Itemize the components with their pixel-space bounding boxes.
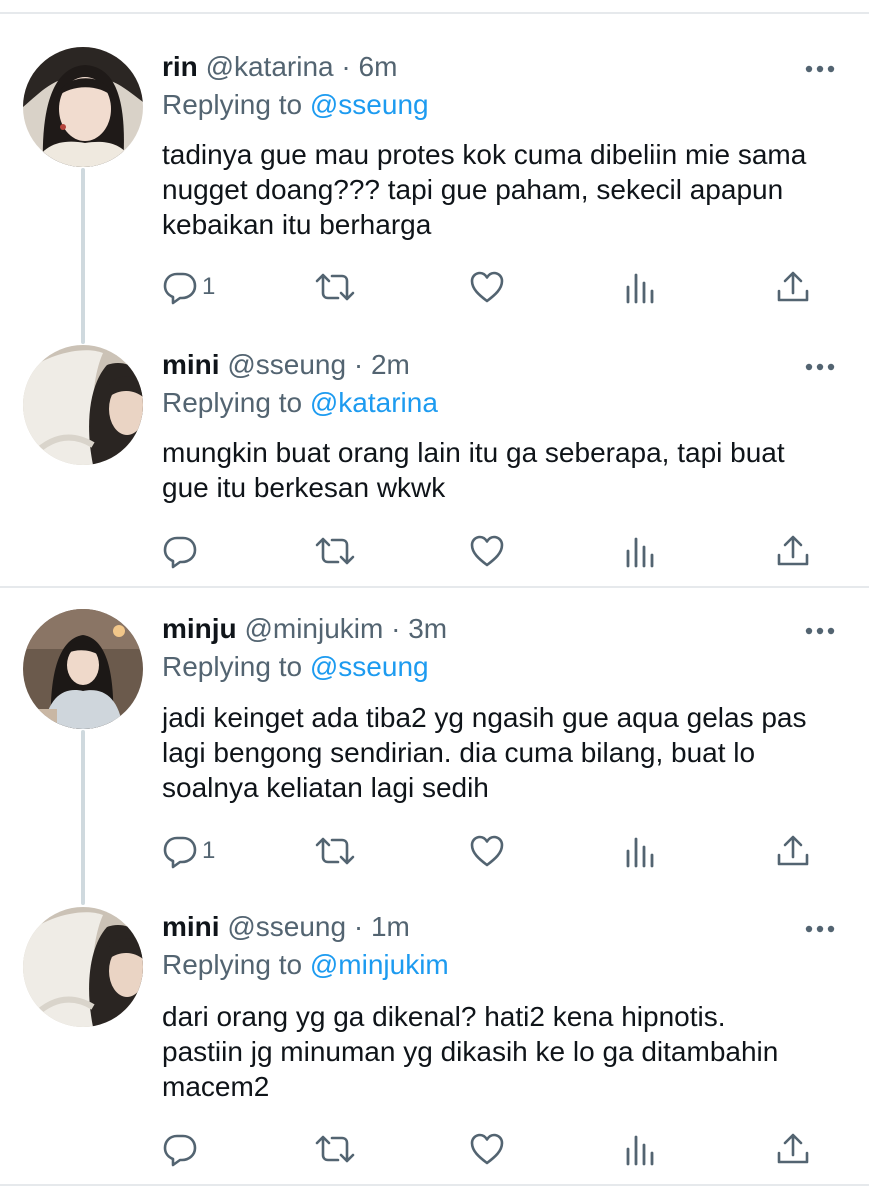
retweet-icon <box>314 269 356 305</box>
analytics-icon <box>624 833 658 869</box>
bottom-divider <box>0 1184 869 1186</box>
analytics-button[interactable] <box>624 531 658 571</box>
separator: · <box>341 51 351 82</box>
reply-button[interactable] <box>162 531 202 571</box>
retweet-button[interactable] <box>314 1129 356 1169</box>
analytics-icon <box>624 1131 658 1167</box>
tweet-text-line: pastiin jg minuman yg dikasih ke lo ga d… <box>162 1036 779 1067</box>
replying-to: Replying to @katarina <box>162 387 438 418</box>
display-name[interactable]: mini <box>162 349 220 380</box>
tweet-text-line: nugget doang??? tapi gue paham, sekecil … <box>162 174 784 205</box>
timestamp[interactable]: 1m <box>371 911 410 942</box>
timestamp[interactable]: 6m <box>359 51 398 82</box>
tweet-text-line: jadi keinget ada tiba2 yg ngasih gue aqu… <box>162 702 807 733</box>
user-handle[interactable]: @sseung <box>227 349 346 380</box>
separator: · <box>353 911 364 942</box>
like-icon <box>469 1131 505 1167</box>
analytics-button[interactable] <box>624 1129 658 1169</box>
display-name[interactable]: rin <box>162 51 198 82</box>
reply-count: 1 <box>202 837 216 864</box>
thread-divider <box>0 586 869 588</box>
share-button[interactable] <box>775 531 811 571</box>
replying-to: Replying to @minjukim <box>162 949 449 980</box>
tweet-actions <box>0 531 869 571</box>
tweet-text: jadi keinget ada tiba2 yg ngasih gue aqu… <box>162 700 852 805</box>
tweet-text-line: tadinya gue mau protes kok cuma dibeliin… <box>162 139 807 170</box>
reply-button[interactable] <box>162 1129 202 1169</box>
timestamp[interactable]: 3m <box>408 613 447 644</box>
analytics-icon <box>624 533 658 569</box>
reply-icon <box>162 269 198 305</box>
top-divider <box>0 12 869 14</box>
analytics-button[interactable] <box>624 831 658 871</box>
avatar[interactable] <box>23 609 143 729</box>
tweet-text: mungkin buat orang lain itu ga seberapa,… <box>162 435 852 505</box>
like-icon <box>469 533 505 569</box>
user-handle[interactable]: @minjukim <box>244 613 383 644</box>
share-icon <box>775 1131 811 1167</box>
replying-to-handle[interactable]: @katarina <box>310 387 438 418</box>
thread-connector <box>81 168 85 344</box>
replying-to-handle[interactable]: @sseung <box>310 89 429 120</box>
share-button[interactable] <box>775 267 811 307</box>
like-button[interactable] <box>469 1129 505 1169</box>
share-icon <box>775 269 811 305</box>
reply-icon <box>162 533 198 569</box>
display-name[interactable]: mini <box>162 911 220 942</box>
reply-button[interactable]: 1 <box>162 831 215 871</box>
display-name[interactable]: minju <box>162 613 237 644</box>
more-icon[interactable] <box>803 621 837 641</box>
retweet-button[interactable] <box>314 531 356 571</box>
user-handle[interactable]: @katarina <box>206 51 334 82</box>
analytics-icon <box>624 269 658 305</box>
retweet-icon <box>314 533 356 569</box>
share-button[interactable] <box>775 831 811 871</box>
reply-count: 1 <box>202 273 216 300</box>
tweet-text-line: macem2 <box>162 1071 270 1102</box>
tweet-actions: 1 <box>0 267 869 307</box>
reply-icon <box>162 833 198 869</box>
more-icon[interactable] <box>803 357 837 377</box>
retweet-button[interactable] <box>314 831 356 871</box>
analytics-button[interactable] <box>624 267 658 307</box>
avatar[interactable] <box>23 907 143 1027</box>
retweet-icon <box>314 833 356 869</box>
separator: · <box>353 349 364 380</box>
thread-connector <box>81 730 85 905</box>
replying-to-handle[interactable]: @sseung <box>310 651 429 682</box>
avatar[interactable] <box>23 345 143 465</box>
tweet-text: tadinya gue mau protes kok cuma dibeliin… <box>162 137 852 242</box>
replying-to: Replying to @sseung <box>162 651 429 682</box>
tweet-text-line: lagi bengong sendirian. dia cuma bilang,… <box>162 737 756 768</box>
more-icon[interactable] <box>803 59 837 79</box>
share-icon <box>775 833 811 869</box>
like-button[interactable] <box>469 267 505 307</box>
tweet-text: dari orang yg ga dikenal? hati2 kena hip… <box>162 999 852 1104</box>
separator: · <box>391 613 401 644</box>
replying-to: Replying to @sseung <box>162 89 429 120</box>
tweet-text-line: dari orang yg ga dikenal? hati2 kena hip… <box>162 1001 726 1032</box>
tweet-actions: 1 <box>0 831 869 871</box>
tweet-text-line: soalnya keliatan lagi sedih <box>162 772 489 803</box>
retweet-icon <box>314 1131 356 1167</box>
like-button[interactable] <box>469 531 505 571</box>
reply-icon <box>162 1131 198 1167</box>
reply-button[interactable]: 1 <box>162 267 215 307</box>
retweet-button[interactable] <box>314 267 356 307</box>
tweet-actions <box>0 1129 869 1169</box>
user-handle[interactable]: @sseung <box>227 911 346 942</box>
like-icon <box>469 833 505 869</box>
tweet-text-line: kebaikan itu berharga <box>162 209 432 240</box>
share-icon <box>775 533 811 569</box>
share-button[interactable] <box>775 1129 811 1169</box>
timestamp[interactable]: 2m <box>371 349 410 380</box>
replying-to-handle[interactable]: @minjukim <box>310 949 449 980</box>
tweet-text-line: mungkin buat orang lain itu ga seberapa,… <box>162 437 785 468</box>
avatar[interactable] <box>23 47 143 167</box>
more-icon[interactable] <box>803 919 837 939</box>
tweet-text-line: gue itu berkesan wkwk <box>162 472 446 503</box>
like-icon <box>469 269 505 305</box>
like-button[interactable] <box>469 831 505 871</box>
